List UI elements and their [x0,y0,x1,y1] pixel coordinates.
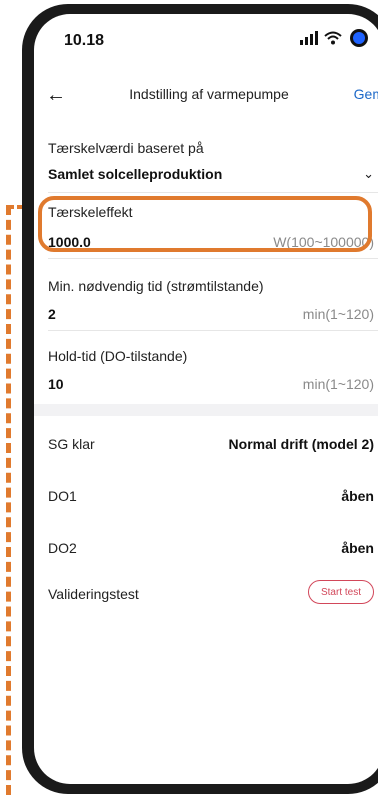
annotation-dash-vertical [6,205,11,795]
status-icons [300,28,370,48]
divider [48,192,378,193]
status-bar: 10.18 [34,14,378,64]
status-time: 10.18 [64,32,105,49]
hold-time-range: min(1~120) [302,376,374,392]
min-time-range: min(1~120) [302,306,374,322]
hold-time-value: 10 [48,376,64,392]
highlight-threshold-power [38,196,372,252]
phone-screen: 10.18 ← Indstilling af varmepumpe Gem Tæ… [34,14,378,784]
battery-icon [350,29,368,47]
section-separator [34,404,378,416]
wifi-icon [324,31,342,45]
threshold-basis-label: Tærskelværdi baseret på [48,140,204,156]
header-bar: ← Indstilling af varmepumpe Gem [34,80,378,112]
save-button[interactable]: Gem [354,86,378,102]
min-time-label: Min. nødvendig tid (strømtilstande) [48,278,264,294]
hold-time-label: Hold-tid (DO-tilstande) [48,348,188,364]
page-title: Indstilling af varmepumpe [129,86,289,102]
hold-time-field[interactable]: 10 min(1~120) [48,376,378,394]
validation-label: Valideringstest [48,586,139,602]
threshold-basis-value: Samlet solcelleproduktion [48,166,223,182]
chevron-down-icon: ⌄ [363,166,374,181]
min-time-value: 2 [48,306,56,322]
threshold-basis-select[interactable]: Samlet solcelleproduktion ⌄ [48,166,378,184]
min-time-field[interactable]: 2 min(1~120) [48,306,378,324]
divider [48,258,378,259]
divider [48,330,378,331]
signal-icon [300,31,318,45]
start-test-button[interactable]: Start test [308,580,374,604]
